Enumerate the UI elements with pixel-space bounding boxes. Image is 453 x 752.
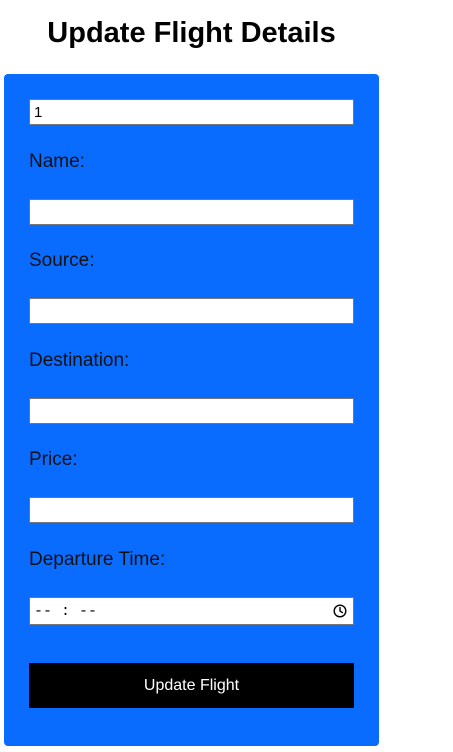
update-flight-form: Name: Source: Destination: Price: Depart… — [4, 74, 379, 746]
departure-time-input[interactable]: -- : -- — [29, 597, 354, 625]
update-flight-button[interactable]: Update Flight — [29, 663, 354, 708]
page-title: Update Flight Details — [47, 17, 336, 49]
price-input[interactable] — [29, 497, 354, 523]
source-input[interactable] — [29, 298, 354, 324]
departure-time-label: Departure Time: — [29, 549, 166, 570]
clock-icon[interactable] — [333, 604, 347, 618]
name-label: Name: — [29, 151, 85, 172]
source-label: Source: — [29, 250, 95, 271]
name-input[interactable] — [29, 199, 354, 225]
flight-id-input[interactable] — [29, 99, 354, 125]
price-label: Price: — [29, 449, 78, 470]
destination-input[interactable] — [29, 398, 354, 424]
destination-label: Destination: — [29, 350, 130, 371]
time-placeholder: -- : -- — [34, 602, 98, 620]
